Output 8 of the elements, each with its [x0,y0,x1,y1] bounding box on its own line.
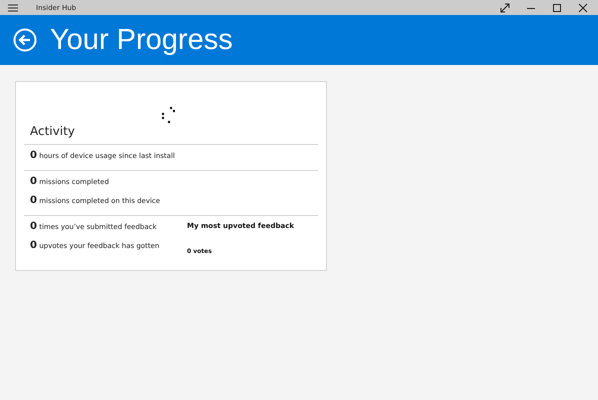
full-screen-icon[interactable] [500,2,510,12]
back-icon[interactable] [13,28,37,52]
loading-spinner-icon [161,106,175,126]
maximize-icon[interactable] [552,2,562,12]
card-title: Activity [29,124,76,140]
close-icon[interactable] [578,2,588,12]
menu-icon[interactable] [8,4,18,12]
page-title: Your Progress [50,24,233,56]
